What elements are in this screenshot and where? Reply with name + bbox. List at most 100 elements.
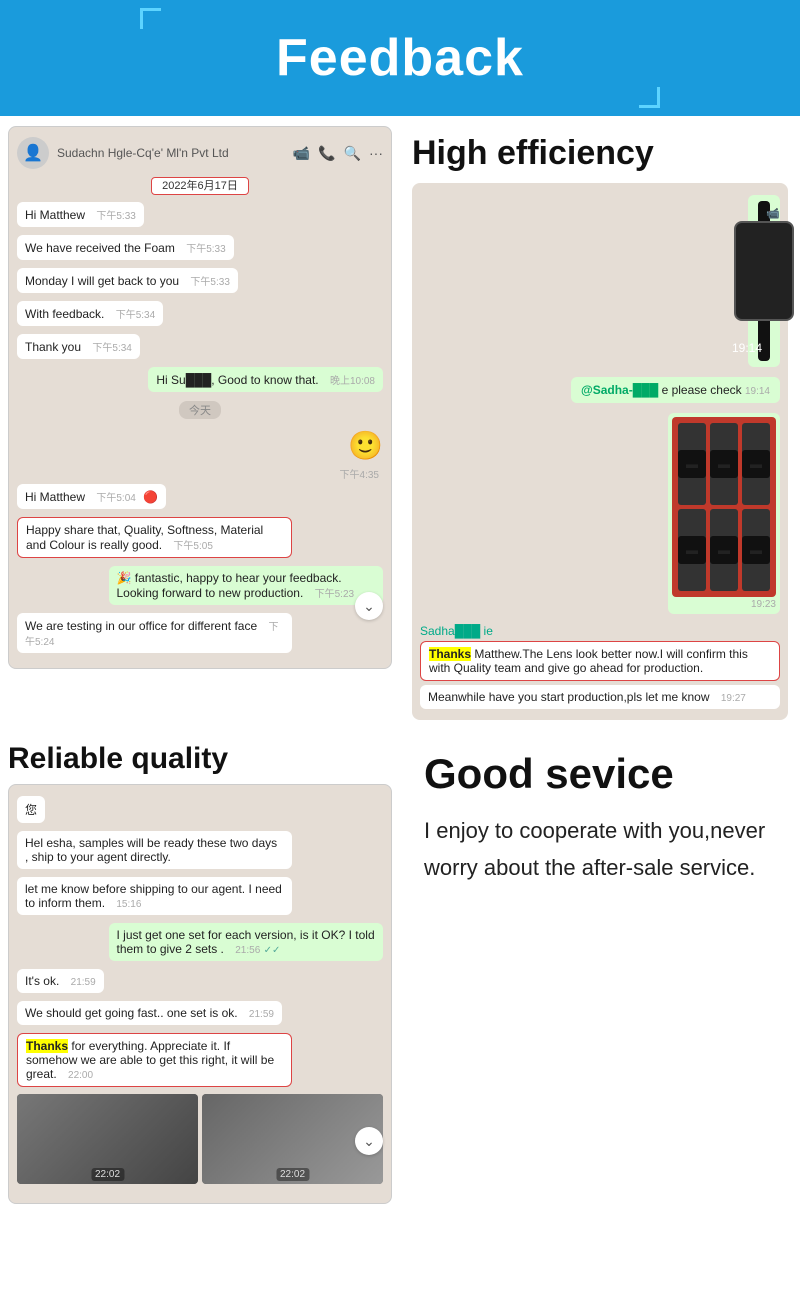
msg-left-6: Hi Matthew 下午5:04 🔴 (17, 484, 166, 509)
product-grid-bubble: ▬ ▬ ▬ ▬ ▬ ▬ 19:23 (668, 413, 780, 614)
chat2-msg-c2: We should get going fast.. one set is ok… (17, 1001, 282, 1025)
chat-window-right: 📹 0:53 19:14 @Sadha-███ e please check 1… (412, 183, 788, 720)
msg-row-reply2: 🎉 fantastic, happy to hear your feedback… (17, 563, 383, 608)
product-img-row: ▬ ▬ ▬ ▬ ▬ ▬ 19:23 (420, 409, 780, 618)
chat2-time-b1: 21:56 (235, 945, 260, 956)
msg-text-2: We have received the Foam (25, 241, 175, 255)
chat2-row-c1: It's ok. 21:59 (17, 966, 383, 996)
lens-icon-4: ▬ (678, 536, 706, 564)
msg-time-1: 下午5:33 (96, 211, 135, 222)
msg-text-6: Hi Matthew (25, 490, 85, 504)
chat2-time-c1: 21:59 (71, 977, 96, 988)
right-panel-top: High efficiency 📹 0:53 19:14 @Sadha- (400, 116, 800, 730)
msg-row-7: Happy share that, Quality, Softness, Mat… (17, 514, 383, 561)
thanks-message: Thanks Matthew.The Lens look better now.… (420, 641, 780, 681)
search-chat-icon[interactable]: 🔍 (344, 145, 361, 162)
chat-contact-name: Sudachn Hgle-Cq'e' Ml'n Pvt Ltd (57, 146, 285, 160)
mention-row: @Sadha-███ e please check 19:14 (420, 373, 780, 407)
msg-row-1: Hi Matthew 下午5:33 (17, 199, 383, 230)
chat-header: 👤 Sudachn Hgle-Cq'e' Ml'n Pvt Ltd 📹 📞 🔍 … (17, 137, 383, 169)
page-title: Feedback (0, 28, 800, 88)
reliable-quality-title: Reliable quality (8, 742, 392, 776)
chat2-time-c2: 21:59 (249, 1009, 274, 1020)
phone-icon[interactable]: 📞 (318, 145, 335, 162)
msg-left-1: Hi Matthew 下午5:33 (17, 202, 144, 227)
chat2-row-a1: 您 (17, 793, 383, 826)
msg-row-reply1: Hi Su███, Good to know that. 晚上10:08 (17, 364, 383, 395)
good-service-title: Good sevice (424, 750, 776, 798)
msg-left-7: Happy share that, Quality, Softness, Mat… (17, 517, 292, 558)
video-timestamp: 19:14 (732, 341, 762, 355)
img2-time: 22:02 (276, 1168, 309, 1181)
msg-text-8: We are testing in our office for differe… (25, 619, 257, 633)
scroll-down-button-2[interactable]: ⌄ (355, 1127, 383, 1155)
msg-text-7: Happy share that, Quality, Softness, Mat… (26, 523, 263, 552)
page-header: Feedback (0, 0, 800, 116)
msg-reply-text: Hi Su███, Good to know that. (156, 373, 318, 387)
msg-left-3: Monday I will get back to you 下午5:33 (17, 268, 238, 293)
bottom-section: Reliable quality 您 Hel esha, samples wil… (0, 730, 800, 1214)
today-label: 今天 (179, 401, 221, 419)
lens-icon-5: ▬ (710, 536, 738, 564)
bottom-right-panel: Good sevice I enjoy to cooperate with yo… (400, 730, 800, 1214)
chat2-msg-c3: Thanks for everything. Appreciate it. If… (17, 1033, 292, 1087)
msg-time-6: 下午5:04 (96, 493, 135, 504)
date-text: 2022年6月17日 (151, 177, 249, 195)
chat2-row-a2: Hel esha, samples will be ready these tw… (17, 828, 383, 872)
msg-row-3: Monday I will get back to you 下午5:33 (17, 265, 383, 296)
msg-row-4: With feedback. 下午5:34 (17, 298, 383, 329)
mention-time: 19:14 (745, 386, 770, 397)
chat2-row-a3: let me know before shipping to our agent… (17, 874, 383, 918)
img1-time: 22:02 (91, 1168, 124, 1181)
msg-row-2: We have received the Foam 下午5:33 (17, 232, 383, 263)
chat-avatar: 👤 (17, 137, 49, 169)
video-msg-row: 📹 0:53 19:14 (420, 191, 780, 371)
top-section: 👤 Sudachn Hgle-Cq'e' Ml'n Pvt Ltd 📹 📞 🔍 … (0, 116, 800, 730)
chat2-row-b1: I just get one set for each version, is … (17, 920, 383, 964)
msg-text-5: Thank you (25, 340, 81, 354)
good-service-section: Good sevice I enjoy to cooperate with yo… (412, 740, 788, 887)
chat2-text-c2: We should get going fast.. one set is ok… (25, 1006, 238, 1020)
chat-action-icons: 📹 📞 🔍 ··· (293, 145, 383, 162)
mention-suffix: e please check (662, 383, 742, 397)
sender-name: Sadha███ ie (420, 624, 780, 638)
product-img-5: ▬ (710, 509, 738, 591)
video-bubble: 📹 0:53 19:14 (748, 195, 780, 367)
video-icon[interactable]: 📹 (293, 145, 310, 162)
chat2-text-a1: 您 (25, 803, 37, 817)
thanks-text: Matthew.The Lens look better now.I will … (429, 647, 748, 675)
msg-right-reply2: 🎉 fantastic, happy to hear your feedback… (109, 566, 384, 605)
msg-left-5: Thank you 下午5:34 (17, 334, 140, 359)
msg-reply2-text: 🎉 fantastic, happy to hear your feedback… (117, 571, 342, 600)
msg-left-4: With feedback. 下午5:34 (17, 301, 163, 326)
msg-time-3: 下午5:33 (190, 277, 229, 288)
chat2-time-c3: 22:00 (68, 1070, 93, 1081)
chat2-msg-b1: I just get one set for each version, is … (109, 923, 384, 961)
product-img-2: ▬ (710, 423, 738, 505)
more-icon[interactable]: ··· (369, 145, 383, 162)
msg-text-4: With feedback. (25, 307, 104, 321)
msg-row-5: Thank you 下午5:34 (17, 331, 383, 362)
chat-window-2: 您 Hel esha, samples will be ready these … (8, 784, 392, 1204)
date-badge: 2022年6月17日 (17, 177, 383, 193)
chat2-thanks-highlight: Thanks (26, 1039, 68, 1053)
chat2-row-c3: Thanks for everything. Appreciate it. If… (17, 1030, 383, 1090)
scroll-down-button[interactable]: ⌄ (355, 592, 383, 620)
product-grid-time: 19:23 (672, 599, 776, 610)
product-img-6: ▬ (742, 509, 770, 591)
msg-row-8: We are testing in our office for differe… (17, 610, 383, 656)
bottom-left-panel: Reliable quality 您 Hel esha, samples wil… (0, 730, 400, 1214)
msg-left-2: We have received the Foam 下午5:33 (17, 235, 234, 260)
product-img-3: ▬ (742, 423, 770, 505)
left-chat-panel: 👤 Sudachn Hgle-Cq'e' Ml'n Pvt Ltd 📹 📞 🔍 … (0, 116, 400, 730)
high-efficiency-title: High efficiency (412, 134, 788, 173)
msg-left-8: We are testing in our office for differe… (17, 613, 292, 653)
lens-icon-3: ▬ (742, 450, 770, 478)
product-img-4: ▬ (678, 509, 706, 591)
emoji-icon: 🙂 (348, 430, 383, 461)
extra-message: Meanwhile have you start production,pls … (420, 685, 780, 709)
emoji-time: 下午4:35 (340, 466, 379, 481)
chat2-msg-a2: Hel esha, samples will be ready these tw… (17, 831, 292, 869)
lens-icon-1: ▬ (678, 450, 706, 478)
bottom-images-row: 22:02 22:02 (17, 1094, 383, 1184)
